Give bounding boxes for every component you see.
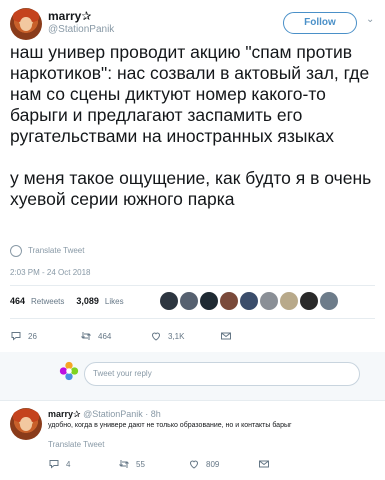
like-count: 809: [206, 459, 220, 469]
globe-icon: [10, 245, 22, 257]
envelope-icon: [259, 460, 269, 468]
retweets-count[interactable]: 464: [10, 296, 25, 306]
tweet-text: наш универ проводит акцию "спам против н…: [10, 42, 380, 231]
reply-meta: marry✰ @StationPanik · 8h: [48, 409, 161, 420]
author-name[interactable]: marry✰: [48, 9, 91, 23]
chevron-down-icon[interactable]: ⌄: [366, 14, 374, 25]
translate-link[interactable]: Translate Tweet: [28, 246, 84, 255]
message-button[interactable]: [220, 330, 232, 342]
avatar[interactable]: [240, 292, 258, 310]
heart-icon: [151, 332, 161, 341]
flower-avatar-icon: [58, 360, 80, 382]
reply-icon: [49, 460, 59, 469]
reply-count: 4: [66, 459, 71, 469]
reply-author-name[interactable]: marry✰: [48, 409, 81, 419]
message-button[interactable]: [258, 458, 270, 470]
reply-icon: [11, 332, 21, 341]
avatar[interactable]: [300, 292, 318, 310]
likes-count[interactable]: 3,089: [76, 296, 99, 306]
reply-button[interactable]: 4: [48, 458, 118, 470]
avatar[interactable]: [220, 292, 238, 310]
reply-actions: 4 55 809: [48, 458, 270, 470]
tweet-actions: 26 464 3,1K: [10, 330, 232, 342]
avatar[interactable]: [320, 292, 338, 310]
reply-author-handle[interactable]: @StationPanik · 8h: [83, 409, 161, 419]
avatar[interactable]: [10, 408, 42, 440]
retweet-count: 55: [136, 459, 145, 469]
tweet-paragraph: наш универ проводит акцию "спам против н…: [10, 42, 370, 146]
avatar[interactable]: [200, 292, 218, 310]
retweet-icon: [119, 460, 129, 468]
divider: [10, 285, 375, 286]
divider: [10, 318, 375, 319]
reply-button[interactable]: 26: [10, 330, 80, 342]
retweet-button[interactable]: 55: [118, 458, 188, 470]
retweet-count: 464: [98, 331, 112, 341]
reply-text: удобно, когда в универе дают не только о…: [48, 422, 292, 429]
avatar[interactable]: [160, 292, 178, 310]
timestamp[interactable]: 2:03 PM - 24 Oct 2018: [10, 268, 91, 277]
avatar[interactable]: [280, 292, 298, 310]
retweet-button[interactable]: 464: [80, 330, 150, 342]
engagement-stats: 464 Retweets 3,089 Likes: [10, 296, 124, 306]
like-button[interactable]: 3,1K: [150, 330, 220, 342]
translate-link[interactable]: Translate Tweet: [48, 440, 104, 449]
retweet-icon: [81, 332, 91, 340]
avatar[interactable]: [260, 292, 278, 310]
liker-avatars: [160, 292, 338, 310]
follow-button[interactable]: Follow: [283, 12, 357, 34]
heart-icon: [189, 460, 199, 469]
avatar[interactable]: [180, 292, 198, 310]
divider: [0, 400, 385, 401]
reply-count: 26: [28, 331, 37, 341]
envelope-icon: [221, 332, 231, 340]
author-handle[interactable]: @StationPanik: [48, 24, 114, 35]
likes-label[interactable]: Likes: [105, 297, 124, 306]
tweet-paragraph: у меня такое ощущение, как будто я в оче…: [10, 168, 372, 209]
avatar[interactable]: [10, 8, 42, 40]
like-count: 3,1K: [168, 331, 185, 341]
retweets-label[interactable]: Retweets: [31, 297, 64, 306]
reply-input[interactable]: Tweet your reply: [84, 362, 360, 386]
like-button[interactable]: 809: [188, 458, 258, 470]
